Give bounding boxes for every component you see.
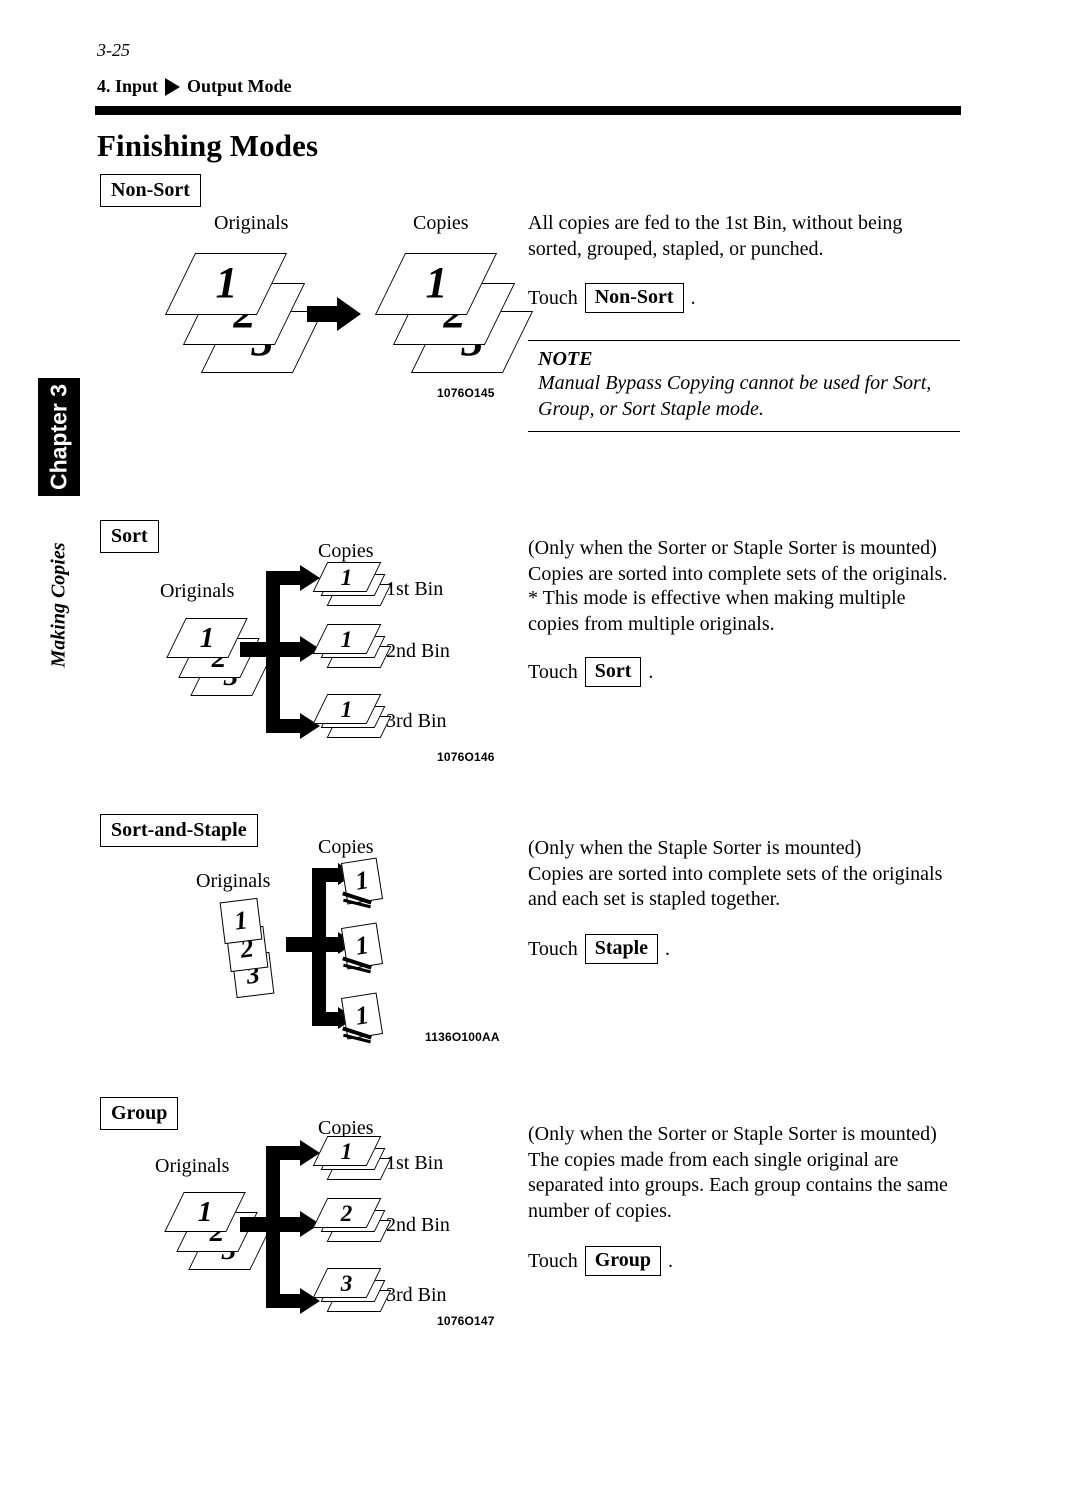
touch-line-group: Touch Group . bbox=[528, 1246, 673, 1276]
touch-label-group: Touch bbox=[528, 1249, 578, 1272]
body-text-group: (Only when the Sorter or Staple Sorter i… bbox=[528, 1123, 948, 1222]
body-text-sort: (Only when the Sorter or Staple Sorter i… bbox=[528, 537, 948, 585]
page-title: Finishing Modes bbox=[97, 128, 319, 163]
figure-code-group: 1076O147 bbox=[437, 1314, 495, 1328]
touch-period-sort: . bbox=[648, 660, 654, 683]
page-number: 3-25 bbox=[97, 40, 130, 60]
label-bin-3-group: 3rd Bin bbox=[386, 1284, 447, 1306]
caption-copies-sort: Copies bbox=[318, 540, 374, 562]
label-bin-1-sort: 1st Bin bbox=[386, 578, 444, 600]
figure-bin-stack-3-group: 3 bbox=[312, 1268, 396, 1318]
figure-bin-stack-3-sort: 1 bbox=[312, 694, 396, 744]
sheet-original-1: 1 bbox=[219, 897, 263, 945]
body-text-non-sort: All copies are fed to the 1st Bin, witho… bbox=[528, 212, 903, 260]
document-page: Chapter 3 Making Copies 3-25 4. Input Ou… bbox=[0, 0, 1080, 1485]
touch-label-staple: Touch bbox=[528, 937, 578, 960]
touch-period-group: . bbox=[668, 1249, 674, 1272]
running-head-suffix: Output Mode bbox=[187, 76, 292, 96]
key-button-non-sort[interactable]: Non-Sort bbox=[584, 283, 684, 313]
key-button-group[interactable]: Group bbox=[584, 1246, 662, 1276]
caption-originals-group: Originals bbox=[155, 1155, 230, 1177]
section-tag-non-sort: Non-Sort bbox=[100, 174, 201, 207]
label-bin-2-sort: 2nd Bin bbox=[386, 640, 450, 662]
caption-copies-staple: Copies bbox=[318, 836, 374, 858]
figure-bin-stack-1-sort: 1 bbox=[312, 562, 396, 612]
note-title: NOTE bbox=[538, 348, 593, 370]
chapter-tab-label: Chapter 3 bbox=[45, 383, 72, 491]
note-block-non-sort: NOTE Manual Bypass Copying cannot be use… bbox=[528, 340, 960, 432]
caption-originals-non-sort: Originals bbox=[214, 212, 289, 234]
touch-label-sort: Touch bbox=[528, 660, 578, 683]
figure-copies-non-sort: 3 2 1 bbox=[374, 243, 534, 383]
header-rule bbox=[95, 106, 961, 115]
chapter-tab: Chapter 3 bbox=[38, 378, 80, 496]
touch-line-sort: Touch Sort . bbox=[528, 657, 653, 687]
section-tag-sort: Sort bbox=[100, 520, 159, 553]
arrow-right-icon-non-sort bbox=[307, 297, 361, 331]
figure-code-non-sort: 1076O145 bbox=[437, 386, 495, 400]
figure-originals-non-sort: 3 2 1 bbox=[164, 243, 324, 383]
figure-bin-stack-2-sort: 1 bbox=[312, 624, 396, 674]
touch-label-non-sort: Touch bbox=[528, 286, 578, 309]
figure-stapled-set-2: 1 bbox=[340, 922, 410, 985]
label-bin-1-group: 1st Bin bbox=[386, 1152, 444, 1174]
key-button-sort[interactable]: Sort bbox=[584, 657, 642, 687]
section-tag-group: Group bbox=[100, 1097, 179, 1130]
figure-stapled-set-1: 1 bbox=[340, 857, 410, 920]
caption-originals-sort: Originals bbox=[160, 580, 235, 602]
bullet-text-sort: * This mode is effective when making mul… bbox=[528, 587, 906, 635]
running-head: 4. Input Output Mode bbox=[97, 76, 292, 97]
figure-bin-stack-1-group: 1 bbox=[312, 1136, 396, 1186]
figure-code-staple: 1136O100AA bbox=[425, 1030, 500, 1044]
caption-originals-staple: Originals bbox=[196, 870, 271, 892]
touch-line-non-sort: Touch Non-Sort . bbox=[528, 283, 696, 313]
key-button-staple[interactable]: Staple bbox=[584, 934, 659, 964]
touch-period-staple: . bbox=[665, 937, 671, 960]
body-text-staple: (Only when the Staple Sorter is mounted)… bbox=[528, 837, 943, 910]
running-head-prefix: 4. Input bbox=[97, 76, 159, 96]
touch-line-staple: Touch Staple . bbox=[528, 934, 670, 964]
label-bin-2-group: 2nd Bin bbox=[386, 1214, 450, 1236]
figure-stapled-set-3: 1 bbox=[340, 992, 410, 1055]
part-title-vertical: Making Copies bbox=[38, 520, 80, 690]
figure-code-sort: 1076O146 bbox=[437, 750, 495, 764]
part-title-label: Making Copies bbox=[47, 542, 70, 668]
triangle-right-icon bbox=[165, 77, 181, 96]
figure-bin-stack-2-group: 2 bbox=[312, 1198, 396, 1248]
caption-copies-non-sort: Copies bbox=[413, 212, 469, 234]
label-bin-3-sort: 3rd Bin bbox=[386, 710, 447, 732]
section-tag-sort-and-staple: Sort-and-Staple bbox=[100, 814, 258, 847]
touch-period-non-sort: . bbox=[690, 286, 696, 309]
note-text: Manual Bypass Copying cannot be used for… bbox=[538, 372, 932, 420]
